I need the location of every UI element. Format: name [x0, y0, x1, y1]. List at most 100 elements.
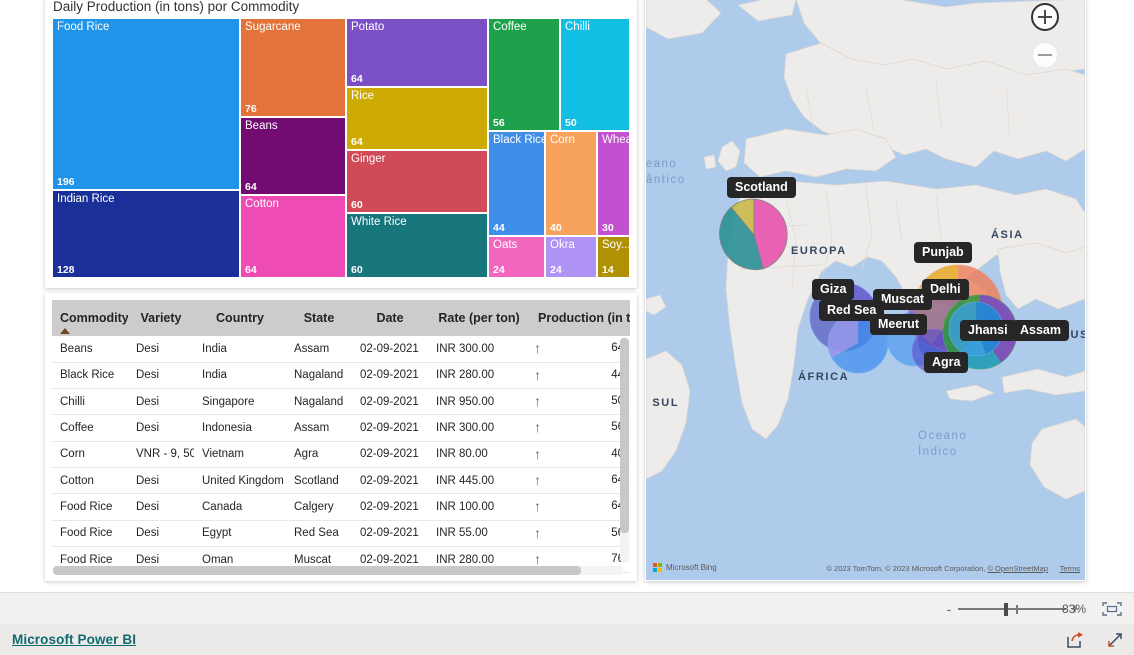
trend-up-icon: ↑ — [534, 550, 541, 567]
treemap-tile[interactable]: Oats 24 — [488, 236, 545, 278]
map-pin-agra[interactable]: Agra — [924, 352, 969, 374]
map-pin-giza[interactable]: Giza — [812, 279, 855, 301]
treemap-tile[interactable]: Okra 24 — [545, 236, 597, 278]
fullscreen-button[interactable] — [1106, 631, 1124, 654]
table-cell-rate: INR 300.00 — [428, 336, 530, 363]
zoom-slider-track — [958, 608, 1066, 610]
table-row[interactable]: Black Rice Desi India Nagaland 02-09-2021 INR… — [52, 362, 630, 390]
openstreetmap-link[interactable]: © OpenStreetMap — [987, 564, 1048, 573]
treemap-tile[interactable]: Cotton 64 — [240, 195, 346, 278]
column-header-commodity[interactable]: Commodity — [52, 300, 129, 336]
table-visual[interactable]: Commodity Variety Country State Date Rat… — [45, 293, 637, 581]
treemap-plot-area[interactable]: Food Rice 196 Indian Rice 128 Sugarcane 76 Bea… — [52, 18, 630, 281]
treemap-tile[interactable]: Soy... 14 — [597, 236, 630, 278]
table-cell-date: 02-09-2021 — [352, 467, 428, 495]
map-pin-punjab[interactable]: Punjab — [914, 242, 972, 264]
table-body: Beans Desi India Assam 02-09-2021 INR 300.00 ↑… — [52, 336, 630, 574]
table-cell-variety: Desi — [128, 467, 194, 495]
fit-to-page-button[interactable] — [1102, 602, 1122, 616]
treemap-tile[interactable]: Black Rice 44 — [488, 131, 545, 236]
table-row[interactable]: Coffee Desi Indonesia Assam 02-09-2021 INR 30… — [52, 414, 630, 442]
plus-icon — [1038, 10, 1052, 24]
share-button[interactable] — [1066, 631, 1084, 654]
table-cell-production: ↑ 56 — [530, 414, 630, 442]
column-header-production[interactable]: Production (in t — [530, 300, 630, 336]
treemap-tile-label: Corn — [550, 134, 575, 146]
sort-ascending-icon — [60, 328, 70, 334]
treemap-tile-value: 30 — [602, 222, 614, 234]
table-row[interactable]: CornVNR - 9, 508VietnamAgra02-09-2021INR… — [52, 441, 630, 468]
treemap-tile-value: 60 — [351, 264, 363, 276]
treemap-tile[interactable]: Coffee 56 — [488, 18, 560, 131]
table-cell-rate: INR 950.00 — [428, 388, 530, 416]
treemap-tile-label: White Rice — [351, 216, 407, 228]
treemap-title: Daily Production (in tons) por Commodity — [53, 0, 300, 14]
treemap-tile[interactable]: Corn 40 — [545, 131, 597, 236]
microsoft-power-bi-link[interactable]: Microsoft Power BI — [12, 632, 136, 647]
treemap-tile[interactable]: Wheat 30 — [597, 131, 630, 236]
column-header-rate[interactable]: Rate (per ton) — [428, 300, 530, 336]
bing-logo-icon — [653, 563, 662, 572]
table-row[interactable]: Food Rice Desi Egypt Red Sea 02-09-2021 INR 5… — [52, 520, 630, 547]
column-header-variety[interactable]: Variety — [128, 300, 194, 336]
map-pie-markers-layer[interactable] — [646, 0, 1085, 580]
table-cell-country: Vietnam — [194, 441, 286, 468]
table-cell-variety: VNR - 9, 508 — [128, 441, 194, 468]
zoom-slider[interactable] — [958, 602, 1066, 616]
column-header-state[interactable]: State — [286, 300, 352, 336]
map-canvas[interactable]: OceanoAtlântico EUROPA ÁSIA ÁFRICA DO SU… — [646, 0, 1085, 580]
map-visual[interactable]: OceanoAtlântico EUROPA ÁSIA ÁFRICA DO SU… — [645, 0, 1086, 581]
table-cell-country: India — [194, 362, 286, 390]
table-horizontal-scrollbar-thumb[interactable] — [53, 566, 581, 575]
table-cell-production: ↑ 44 — [530, 362, 630, 390]
table-vertical-scrollbar-thumb[interactable] — [620, 338, 629, 533]
table-row[interactable]: Food Rice Desi Canada Calgery 02-09-2021 INR … — [52, 493, 630, 521]
table-scroll-region[interactable]: Commodity Variety Country State Date Rat… — [52, 300, 630, 574]
table-cell-production: ↑ 40 — [530, 441, 630, 468]
treemap-visual[interactable]: Daily Production (in tons) por Commodity… — [45, 0, 637, 288]
treemap-tile[interactable]: Chilli 50 — [560, 18, 630, 131]
map-pin-scotland[interactable]: Scotland — [727, 177, 796, 199]
table-cell-state: Assam — [286, 336, 352, 363]
minus-icon — [1038, 48, 1052, 62]
treemap-tile[interactable]: Ginger 60 — [346, 150, 488, 213]
zoom-slider-thumb[interactable] — [1004, 603, 1008, 616]
map-terms-link[interactable]: Terms — [1060, 564, 1080, 573]
column-header-date[interactable]: Date — [352, 300, 428, 336]
table-vertical-scrollbar[interactable] — [620, 338, 629, 563]
map-zoom-out-button[interactable] — [1031, 41, 1059, 69]
table-row[interactable]: Beans Desi India Assam 02-09-2021 INR 300.00 ↑… — [52, 336, 630, 363]
table-cell-commodity: Black Rice — [52, 362, 128, 390]
table-cell-variety: Desi — [128, 414, 194, 442]
production-table[interactable]: Commodity Variety Country State Date Rat… — [52, 300, 630, 574]
column-header-commodity-label: Commodity — [60, 311, 129, 325]
treemap-tile-value: 14 — [602, 264, 614, 276]
treemap-tile[interactable]: Food Rice 196 — [52, 18, 240, 190]
map-zoom-in-button[interactable] — [1031, 3, 1059, 31]
status-bar: - + 83% — [0, 592, 1134, 624]
report-canvas: Daily Production (in tons) por Commodity… — [0, 0, 1134, 592]
table-row[interactable]: Cotton Desi United Kingdom Scotland 02-09-20… — [52, 467, 630, 495]
table-cell-date: 02-09-2021 — [352, 362, 428, 390]
treemap-tile[interactable]: Sugarcane 76 — [240, 18, 346, 117]
table-horizontal-scrollbar[interactable] — [53, 566, 623, 575]
map-pin-jhansi[interactable]: Jhansi — [960, 320, 1016, 342]
column-header-country[interactable]: Country — [194, 300, 286, 336]
footer-icon-group[interactable] — [1066, 631, 1124, 654]
treemap-tile-label: Black Rice — [493, 134, 545, 146]
table-cell-variety: Desi — [128, 388, 194, 416]
zoom-out-button[interactable]: - — [940, 602, 958, 616]
table-row[interactable]: Chilli Desi Singapore Nagaland 02-09-2021 INR… — [52, 388, 630, 416]
map-pin-meerut[interactable]: Meerut — [870, 314, 927, 336]
treemap-tile[interactable]: Beans 64 — [240, 117, 346, 195]
table-cell-production: ↑ 64 — [530, 336, 630, 363]
treemap-tile[interactable]: White Rice 60 — [346, 213, 488, 278]
fit-to-page-icon — [1102, 602, 1122, 616]
treemap-tile[interactable]: Rice 64 — [346, 87, 488, 150]
table-cell-commodity: Food Rice — [52, 493, 128, 521]
treemap-tile[interactable]: Potato 64 — [346, 18, 488, 87]
map-pin-assam[interactable]: Assam — [1012, 320, 1069, 342]
treemap-tile[interactable]: Indian Rice 128 — [52, 190, 240, 278]
table-cell-state: Agra — [286, 441, 352, 468]
treemap-tile-value: 60 — [351, 199, 363, 211]
